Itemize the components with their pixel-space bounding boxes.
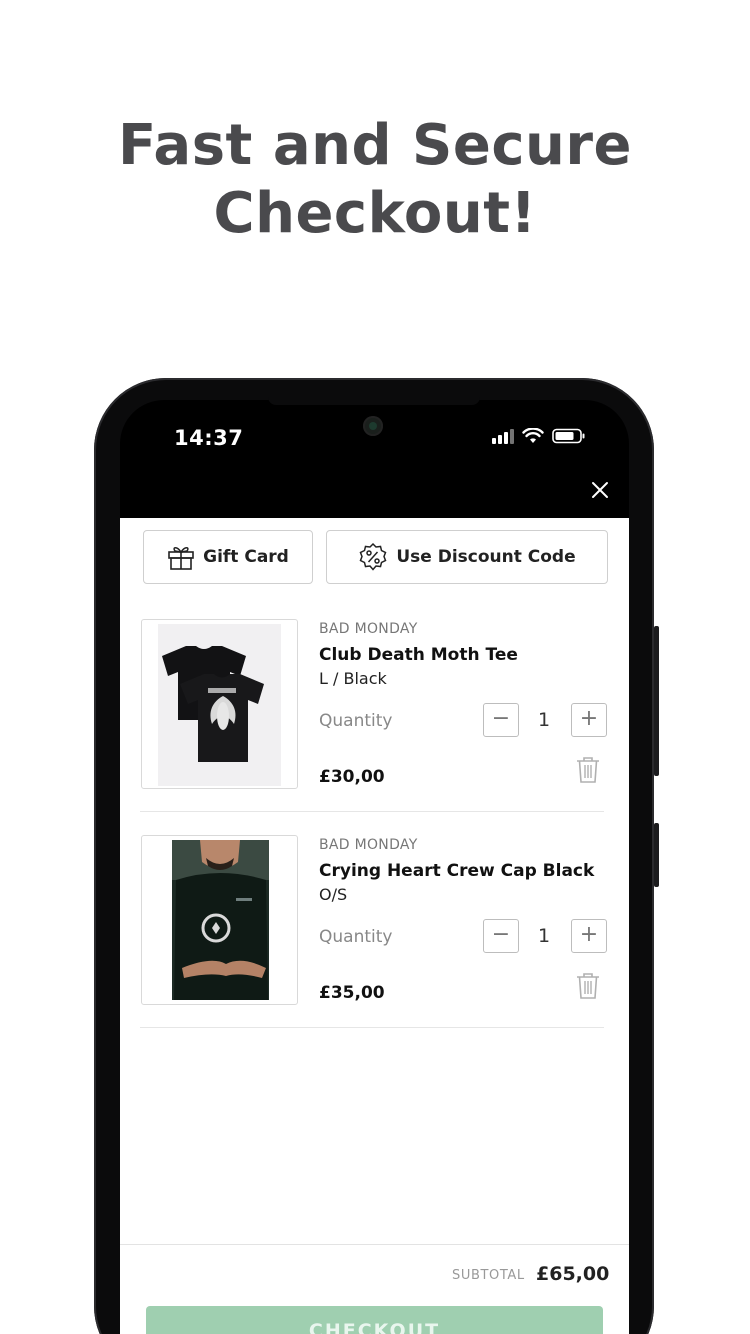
signal-icon (492, 428, 514, 444)
product-variant: O/S (319, 885, 348, 904)
plus-icon: + (579, 922, 599, 947)
footer-divider (120, 1244, 629, 1245)
subtotal-label: SUBTOTAL (452, 1268, 525, 1283)
minus-icon: − (491, 706, 511, 731)
plus-icon: + (579, 706, 599, 731)
trash-icon[interactable] (574, 755, 602, 785)
person-in-black-shirt-image (172, 840, 269, 1000)
discount-code-button[interactable]: Use Discount Code (326, 530, 608, 584)
product-name[interactable]: Crying Heart Crew Cap Black (319, 861, 594, 881)
close-icon[interactable] (588, 478, 612, 502)
quantity-increase-button[interactable]: + (571, 919, 607, 953)
product-image[interactable] (141, 835, 298, 1005)
quantity-label: Quantity (319, 711, 393, 731)
minus-icon: − (491, 922, 511, 947)
product-brand: BAD MONDAY (319, 837, 418, 853)
trash-icon[interactable] (574, 971, 602, 1001)
headline-line-1: Fast and Secure (117, 113, 633, 178)
black-tshirt-image (158, 624, 281, 786)
quantity-value: 1 (537, 709, 551, 731)
discount-percent-icon (359, 542, 387, 571)
product-name[interactable]: Club Death Moth Tee (319, 645, 518, 665)
headline-line-2: Checkout! (213, 181, 537, 246)
gift-card-button[interactable]: Gift Card (143, 530, 313, 584)
headline: Fast and Secure Checkout! (0, 112, 750, 248)
status-time: 14:37 (174, 426, 244, 450)
product-variant: L / Black (319, 669, 387, 688)
gift-icon (168, 547, 194, 570)
product-price: £35,00 (319, 983, 385, 1003)
checkout-button[interactable]: CHECKOUT (146, 1306, 603, 1334)
phone-side-button (654, 626, 659, 776)
quantity-decrease-button[interactable]: − (483, 703, 519, 737)
phone-notch (268, 393, 480, 405)
gift-card-label: Gift Card (203, 547, 289, 567)
phone-side-button (654, 823, 659, 887)
wifi-icon (522, 428, 544, 443)
product-image[interactable] (141, 619, 298, 789)
discount-code-label: Use Discount Code (396, 547, 576, 567)
product-brand: BAD MONDAY (319, 621, 418, 637)
status-icons (492, 428, 586, 444)
item-divider (140, 1027, 604, 1028)
quantity-decrease-button[interactable]: − (483, 919, 519, 953)
item-divider (140, 811, 604, 812)
quantity-increase-button[interactable]: + (571, 703, 607, 737)
product-price: £30,00 (319, 767, 385, 787)
front-camera (363, 416, 383, 436)
subtotal-value: £65,00 (536, 1263, 610, 1285)
quantity-value: 1 (537, 925, 551, 947)
quantity-label: Quantity (319, 927, 393, 947)
battery-icon (552, 428, 585, 444)
